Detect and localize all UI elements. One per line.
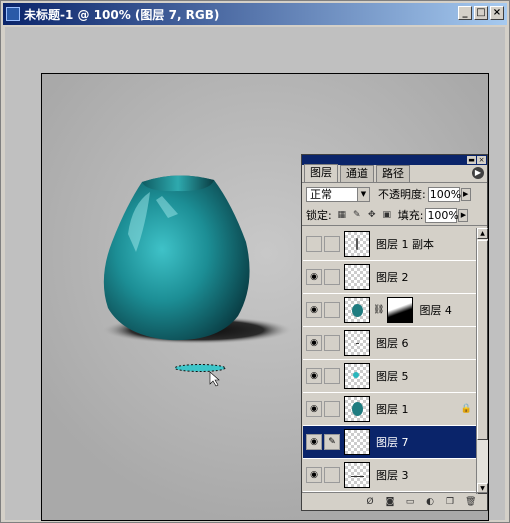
layer-name: 图层 1 (376, 403, 409, 416)
layer-row[interactable]: ◉ 图层 2 (303, 261, 476, 294)
layer-name: 图层 4 (419, 304, 452, 317)
layer-style-icon[interactable]: Ø (365, 497, 375, 507)
layer-row-selected[interactable]: ◉ ✎ 图层 7 (303, 426, 476, 459)
document-window: 未标题-1 @ 100% (图层 7, RGB) _ □ × ▬ × 图层 通道… (0, 0, 510, 523)
layer-row[interactable]: ◉ 图层 3 (303, 459, 476, 492)
layer-thumbnail (344, 231, 370, 257)
layer-thumbnail (344, 429, 370, 455)
minimize-button[interactable]: _ (458, 6, 472, 20)
link-toggle[interactable] (324, 335, 340, 351)
eye-icon[interactable]: ◉ (306, 269, 322, 285)
layer-row[interactable]: ◉ 图层 6 (303, 327, 476, 360)
layer-name: 图层 6 (376, 337, 409, 350)
lock-fill-row: 锁定: ▦ ✎ ✥ ▣ 填充: 100% ▶ (302, 205, 487, 226)
photoshop-document-icon (6, 7, 20, 21)
layer-name: 图层 1 副本 (376, 238, 434, 251)
layer-thumbnail (344, 363, 370, 389)
layer-name: 图层 5 (376, 370, 409, 383)
mask-link-icon[interactable]: ⛓ (373, 305, 384, 315)
window-title: 未标题-1 @ 100% (图层 7, RGB) (24, 7, 220, 22)
tab-channels[interactable]: 通道 (340, 165, 374, 182)
lock-transparent-icon[interactable]: ▦ (337, 210, 347, 220)
title-bar[interactable]: 未标题-1 @ 100% (图层 7, RGB) _ □ × (3, 3, 507, 25)
layers-scrollbar[interactable]: ▲ ▼ (476, 228, 488, 494)
link-toggle[interactable] (324, 368, 340, 384)
layer-thumbnail (344, 297, 370, 323)
palette-menu-icon[interactable]: ▶ (472, 167, 484, 179)
lock-icon: 🔒 (460, 404, 472, 414)
fill-label: 填充: (397, 209, 424, 222)
layer-thumbnail (344, 264, 370, 290)
chevron-down-icon[interactable]: ▼ (357, 187, 369, 201)
blend-mode-value: 正常 (310, 188, 332, 201)
eye-icon[interactable]: ◉ (306, 467, 322, 483)
eye-icon[interactable]: ◉ (306, 302, 322, 318)
blend-opacity-row: 正常 ▼ 不透明度: 100% ▶ (302, 183, 487, 205)
link-toggle[interactable] (324, 401, 340, 417)
lock-label: 锁定: (306, 209, 332, 222)
opacity-label: 不透明度: (378, 188, 426, 201)
lock-position-icon[interactable]: ✥ (367, 210, 377, 220)
blend-mode-select[interactable]: 正常 ▼ (306, 186, 370, 202)
fill-input[interactable]: 100% (425, 207, 459, 223)
brush-icon[interactable]: ✎ (324, 434, 340, 450)
layer-mask-thumbnail[interactable] (387, 297, 414, 323)
layer-row[interactable]: ◉ ⛓ 图层 4 (303, 294, 476, 327)
eye-icon[interactable]: ◉ (306, 335, 322, 351)
fill-arrow-icon[interactable]: ▶ (458, 208, 469, 222)
layer-row[interactable]: ◉ 图层 1 🔒 (303, 393, 476, 426)
close-button[interactable]: × (490, 6, 504, 20)
new-set-icon[interactable]: ▭ (405, 497, 415, 507)
link-toggle[interactable] (324, 236, 340, 252)
eye-icon[interactable]: ◉ (306, 434, 322, 450)
opacity-input[interactable]: 100% (427, 186, 461, 202)
scroll-thumb[interactable] (477, 240, 488, 440)
add-mask-icon[interactable]: ◙ (385, 497, 395, 507)
lock-image-icon[interactable]: ✎ (352, 210, 362, 220)
layer-thumbnail (344, 396, 370, 422)
layer-row[interactable]: ◉ 图层 5 (303, 360, 476, 393)
palette-footer: Ø ◙ ▭ ◐ ❐ 🗑 (302, 492, 487, 510)
eye-icon[interactable]: ◉ (306, 401, 322, 417)
layer-name: 图层 3 (376, 469, 409, 482)
link-toggle[interactable] (324, 269, 340, 285)
trash-icon[interactable]: 🗑 (465, 497, 476, 507)
scroll-up-icon[interactable]: ▲ (477, 228, 488, 239)
visibility-toggle[interactable] (306, 236, 322, 252)
palette-tabs: 图层 通道 路径 ▶ (302, 164, 487, 183)
eye-icon[interactable]: ◉ (306, 368, 322, 384)
layers-palette: ▬ × 图层 通道 路径 ▶ 正常 ▼ 不透明度: 100% ▶ 锁定: ▦ ✎… (301, 154, 488, 511)
palette-close-icon[interactable]: × (477, 156, 486, 164)
palette-minimize-icon[interactable]: ▬ (467, 156, 476, 164)
new-layer-icon[interactable]: ❐ (445, 497, 455, 507)
lock-all-icon[interactable]: ▣ (382, 210, 392, 220)
link-toggle[interactable] (324, 467, 340, 483)
layer-name: 图层 7 (376, 436, 409, 449)
layer-name: 图层 2 (376, 271, 409, 284)
tab-paths[interactable]: 路径 (376, 165, 410, 182)
adjustment-layer-icon[interactable]: ◐ (425, 497, 435, 507)
layer-thumbnail (344, 330, 370, 356)
link-toggle[interactable] (324, 302, 340, 318)
maximize-button[interactable]: □ (474, 6, 488, 20)
tab-layers[interactable]: 图层 (304, 164, 338, 182)
selection-marquee (174, 364, 226, 372)
opacity-arrow-icon[interactable]: ▶ (460, 187, 471, 201)
layers-list: 图层 1 副本 ◉ 图层 2 ◉ ⛓ 图层 4 ◉ 图层 6 ◉ 图层 5 ◉ … (303, 228, 476, 492)
layer-row[interactable]: 图层 1 副本 (303, 228, 476, 261)
layer-thumbnail (344, 462, 370, 488)
